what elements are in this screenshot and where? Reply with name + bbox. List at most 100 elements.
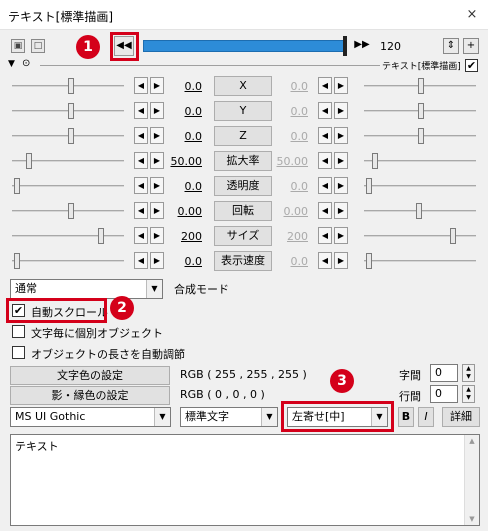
timeline-slider[interactable] <box>143 40 345 52</box>
param-increment-right[interactable]: ▶ <box>334 152 348 169</box>
param-increment-left[interactable]: ▶ <box>150 77 164 94</box>
param-decrement-left[interactable]: ◀ <box>134 227 148 244</box>
param-slider-left-track[interactable] <box>12 260 124 262</box>
param-increment-right[interactable]: ▶ <box>334 127 348 144</box>
param-increment-right[interactable]: ▶ <box>334 252 348 269</box>
param-decrement-right[interactable]: ◀ <box>318 202 332 219</box>
param-increment-left[interactable]: ▶ <box>150 227 164 244</box>
param-decrement-right[interactable]: ◀ <box>318 102 332 119</box>
param-end-value[interactable]: 0.0 <box>276 105 309 118</box>
param-increment-left[interactable]: ▶ <box>150 127 164 144</box>
param-decrement-left[interactable]: ◀ <box>134 127 148 144</box>
param-start-value[interactable]: 0.0 <box>170 80 203 93</box>
param-increment-left[interactable]: ▶ <box>150 202 164 219</box>
char-spacing-stepper[interactable]: ▲ ▼ <box>462 364 475 382</box>
param-start-value[interactable]: 0.0 <box>170 255 203 268</box>
param-decrement-left[interactable]: ◀ <box>134 77 148 94</box>
param-decrement-right[interactable]: ◀ <box>318 177 332 194</box>
param-start-value[interactable]: 0.0 <box>170 105 203 118</box>
param-increment-left[interactable]: ▶ <box>150 102 164 119</box>
forward-button[interactable]: ▶▶ <box>352 36 372 56</box>
param-increment-left[interactable]: ▶ <box>150 177 164 194</box>
line-spacing-stepper[interactable]: ▲ ▼ <box>462 385 475 403</box>
param-slider-left-track[interactable] <box>12 185 124 187</box>
param-slider-left-thumb[interactable] <box>68 128 74 144</box>
param-button[interactable]: 表示速度 <box>214 251 272 271</box>
param-decrement-right[interactable]: ◀ <box>318 227 332 244</box>
param-end-value[interactable]: 50.00 <box>276 155 309 168</box>
param-slider-left-thumb[interactable] <box>14 253 20 269</box>
detail-button[interactable]: 詳細 <box>442 407 480 427</box>
param-start-value[interactable]: 200 <box>170 230 202 243</box>
per-char-label[interactable]: 文字毎に個別オブジェクト <box>31 325 163 341</box>
camera-icon[interactable]: ▣ <box>11 39 25 53</box>
char-spacing-input[interactable]: 0 <box>430 364 458 382</box>
font-family-select[interactable]: MS UI Gothic ▼ <box>10 407 171 427</box>
param-slider-right-thumb[interactable] <box>450 228 456 244</box>
param-slider-right-track[interactable] <box>364 160 476 162</box>
param-decrement-left[interactable]: ◀ <box>134 152 148 169</box>
param-decrement-right[interactable]: ◀ <box>318 252 332 269</box>
param-start-value[interactable]: 0.0 <box>170 130 203 143</box>
italic-button[interactable]: I <box>418 407 434 427</box>
param-slider-right-track[interactable] <box>364 185 476 187</box>
param-decrement-left[interactable]: ◀ <box>134 177 148 194</box>
param-increment-right[interactable]: ▶ <box>334 102 348 119</box>
param-increment-right[interactable]: ▶ <box>334 77 348 94</box>
param-increment-left[interactable]: ▶ <box>150 152 164 169</box>
param-slider-right-track[interactable] <box>364 235 476 237</box>
param-slider-right-thumb[interactable] <box>372 153 378 169</box>
param-end-value[interactable]: 200 <box>276 230 308 243</box>
param-slider-right-thumb[interactable] <box>418 78 424 94</box>
param-end-value[interactable]: 0.0 <box>276 80 309 93</box>
auto-length-checkbox[interactable] <box>12 346 25 359</box>
param-button[interactable]: X <box>214 76 272 96</box>
param-button[interactable]: Y <box>214 101 272 121</box>
param-decrement-left[interactable]: ◀ <box>134 202 148 219</box>
param-end-value[interactable]: 0.0 <box>276 180 309 193</box>
param-decrement-left[interactable]: ◀ <box>134 102 148 119</box>
collapse-icon[interactable]: ▼ <box>8 59 15 69</box>
param-slider-left-thumb[interactable] <box>68 78 74 94</box>
param-decrement-right[interactable]: ◀ <box>318 77 332 94</box>
bold-button[interactable]: B <box>398 407 414 427</box>
param-start-value[interactable]: 0.00 <box>170 205 203 218</box>
param-slider-right-thumb[interactable] <box>366 253 372 269</box>
param-button[interactable]: サイズ <box>214 226 272 246</box>
param-slider-left-thumb[interactable] <box>14 178 20 194</box>
param-end-value[interactable]: 0.00 <box>276 205 309 218</box>
blend-mode-select[interactable]: 通常 ▼ <box>10 279 163 299</box>
param-increment-right[interactable]: ▶ <box>334 177 348 194</box>
param-end-value[interactable]: 0.0 <box>276 130 309 143</box>
text-content-area[interactable]: テキスト <box>10 434 480 526</box>
reload-icon[interactable]: ⇕ <box>443 38 459 54</box>
param-slider-right-thumb[interactable] <box>366 178 372 194</box>
film-icon[interactable]: □ <box>31 39 45 53</box>
param-slider-right-track[interactable] <box>364 260 476 262</box>
param-decrement-right[interactable]: ◀ <box>318 127 332 144</box>
param-increment-right[interactable]: ▶ <box>334 202 348 219</box>
param-increment-right[interactable]: ▶ <box>334 227 348 244</box>
param-button[interactable]: Z <box>214 126 272 146</box>
layer-visible-checkbox[interactable]: ✔ <box>465 59 478 72</box>
close-button[interactable]: × <box>464 7 480 23</box>
shadow-color-button[interactable]: 影・縁色の設定 <box>10 386 170 405</box>
param-slider-right-thumb[interactable] <box>418 128 424 144</box>
param-start-value[interactable]: 0.0 <box>170 180 203 193</box>
add-icon[interactable]: + <box>463 38 479 54</box>
param-decrement-left[interactable]: ◀ <box>134 252 148 269</box>
line-spacing-input[interactable]: 0 <box>430 385 458 403</box>
param-decrement-right[interactable]: ◀ <box>318 152 332 169</box>
param-button[interactable]: 透明度 <box>214 176 272 196</box>
param-button[interactable]: 回転 <box>214 201 272 221</box>
param-slider-left-thumb[interactable] <box>68 103 74 119</box>
param-slider-left-thumb[interactable] <box>26 153 32 169</box>
text-scrollbar[interactable]: ▲ ▼ <box>464 435 479 525</box>
param-button[interactable]: 拡大率 <box>214 151 272 171</box>
param-slider-right-thumb[interactable] <box>418 103 424 119</box>
param-increment-left[interactable]: ▶ <box>150 252 164 269</box>
auto-length-label[interactable]: オブジェクトの長さを自動調節 <box>31 346 185 362</box>
param-slider-left-thumb[interactable] <box>68 203 74 219</box>
timeline-end-marker[interactable] <box>343 36 347 56</box>
param-slider-right-thumb[interactable] <box>416 203 422 219</box>
